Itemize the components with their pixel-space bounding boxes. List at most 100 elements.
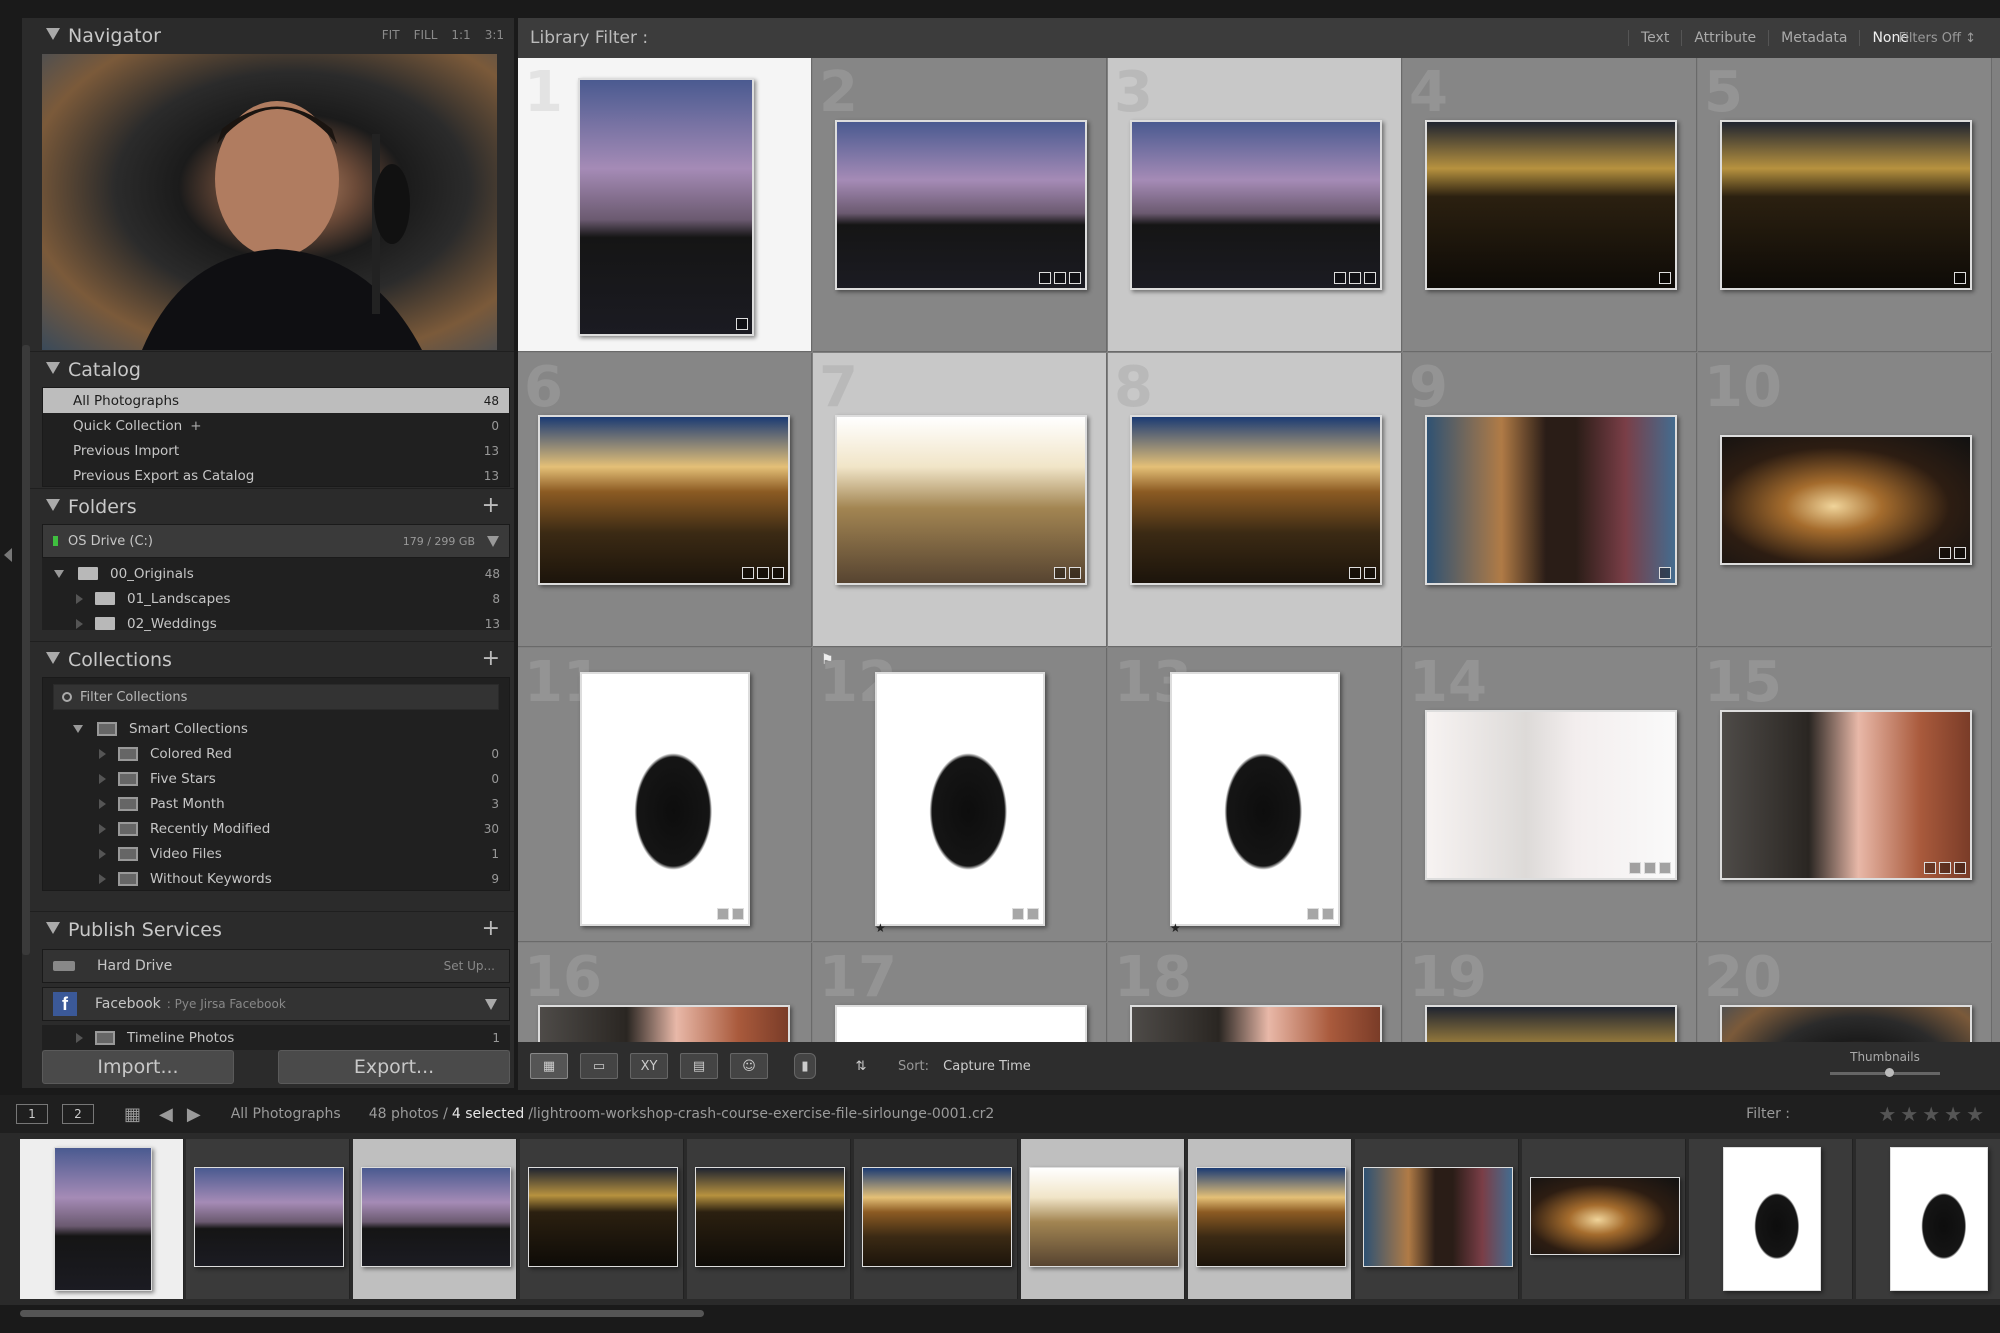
- add-collection-button[interactable]: +: [482, 646, 500, 671]
- collapse-triangle-icon[interactable]: [46, 499, 60, 511]
- photo-thumbnail[interactable]: [538, 415, 790, 585]
- expand-triangle-icon[interactable]: [76, 618, 83, 629]
- grid-cell[interactable]: 3: [1108, 58, 1402, 352]
- publish-services-header[interactable]: Publish Services +: [22, 911, 514, 947]
- photo-thumbnail[interactable]: [1170, 672, 1340, 926]
- smart-collections-group[interactable]: Smart Collections: [43, 716, 509, 741]
- filters-off-dropdown[interactable]: Filters Off ↕: [1899, 31, 1976, 46]
- grid-cell[interactable]: 1: [518, 58, 812, 352]
- import-button[interactable]: Import...: [42, 1050, 234, 1084]
- collection-item-without-keywords[interactable]: Without Keywords 9: [43, 866, 509, 891]
- catalog-header[interactable]: Catalog: [22, 351, 514, 387]
- expand-triangle-icon[interactable]: [76, 593, 83, 604]
- catalog-item-previous-import[interactable]: Previous Import 13: [43, 438, 509, 463]
- publish-facebook[interactable]: f Facebook : Pye Jirsa Facebook: [42, 987, 510, 1021]
- grid-icon[interactable]: ▦: [124, 1104, 141, 1125]
- filmstrip-cell[interactable]: [20, 1139, 184, 1299]
- collapse-triangle-icon[interactable]: [46, 362, 60, 374]
- filmstrip-cell[interactable]: [353, 1139, 517, 1299]
- catalog-item-quick-collection[interactable]: Quick Collection + 0: [43, 413, 509, 438]
- sort-control[interactable]: Sort: Capture Time: [898, 1059, 1031, 1074]
- folder-item-landscapes[interactable]: 01_Landscapes 8: [42, 586, 510, 611]
- navigator-preview[interactable]: [42, 54, 497, 350]
- filmstrip-cell[interactable]: [687, 1139, 851, 1299]
- photo-thumbnail[interactable]: [1720, 120, 1972, 290]
- grid-cell[interactable]: 11: [518, 648, 812, 942]
- filmstrip-thumbnail[interactable]: [862, 1167, 1012, 1267]
- grid-cell[interactable]: 15: [1698, 648, 1992, 942]
- photo-thumbnail[interactable]: [835, 415, 1087, 585]
- painter-icon[interactable]: ▮: [794, 1053, 816, 1079]
- collapse-triangle-icon[interactable]: [46, 28, 60, 40]
- photo-thumbnail[interactable]: [1130, 1005, 1382, 1042]
- filmstrip-thumbnail[interactable]: [54, 1147, 152, 1291]
- filmstrip-cell[interactable]: [1856, 1139, 2000, 1299]
- drive-os-c[interactable]: OS Drive (C:) 179 / 299 GB: [42, 524, 510, 558]
- grid-cell[interactable]: 20: [1698, 943, 1992, 1042]
- zoom-fill[interactable]: FILL: [414, 28, 438, 42]
- add-publish-service-button[interactable]: +: [482, 916, 500, 941]
- grid-cell[interactable]: 19: [1403, 943, 1697, 1042]
- left-panel-toggle-icon[interactable]: [4, 548, 12, 562]
- navigator-header[interactable]: Navigator FIT FILL 1:1 3:1: [22, 18, 514, 54]
- grid-cell[interactable]: 9: [1403, 353, 1697, 647]
- filter-option-metadata[interactable]: Metadata: [1768, 30, 1859, 46]
- filmstrip-cell[interactable]: [854, 1139, 1018, 1299]
- loupe-view-button[interactable]: ▭: [580, 1053, 618, 1079]
- filmstrip-cell[interactable]: [1355, 1139, 1519, 1299]
- grid-cell[interactable]: 2: [813, 58, 1107, 352]
- filmstrip-thumbnail[interactable]: [1196, 1167, 1346, 1267]
- drive-dropdown-icon[interactable]: [487, 536, 499, 547]
- catalog-item-previous-export[interactable]: Previous Export as Catalog 13: [43, 463, 509, 488]
- filmstrip-thumbnail[interactable]: [1723, 1147, 1821, 1291]
- photo-thumbnail[interactable]: [875, 672, 1045, 926]
- filmstrip-cell[interactable]: [1021, 1139, 1185, 1299]
- filter-collections-input[interactable]: Filter Collections: [53, 684, 499, 710]
- sort-direction-icon[interactable]: ⇅: [846, 1053, 876, 1079]
- folder-item-weddings[interactable]: 02_Weddings 13: [42, 611, 510, 636]
- filmstrip-cell[interactable]: [1188, 1139, 1352, 1299]
- primary-display-button[interactable]: 1: [16, 1104, 48, 1124]
- folder-item-originals[interactable]: 00_Originals 48: [42, 561, 510, 586]
- photo-thumbnail[interactable]: [1130, 415, 1382, 585]
- publish-hard-drive[interactable]: Hard Drive Set Up...: [42, 949, 510, 983]
- grid-cell[interactable]: 10: [1698, 353, 1992, 647]
- collection-item-five-stars[interactable]: Five Stars 0: [43, 766, 509, 791]
- rating-star-icon[interactable]: ★: [875, 921, 886, 935]
- thumbnail-size-slider[interactable]: [1830, 1068, 1940, 1077]
- filmstrip-cell[interactable]: [1522, 1139, 1686, 1299]
- set-up-button[interactable]: Set Up...: [444, 959, 495, 973]
- expand-triangle-icon[interactable]: [73, 724, 83, 733]
- grid-cell[interactable]: 14: [1403, 648, 1697, 942]
- folders-header[interactable]: Folders +: [22, 488, 514, 524]
- filmstrip-thumbnail[interactable]: [1890, 1147, 1988, 1291]
- add-folder-button[interactable]: +: [482, 493, 500, 518]
- filmstrip-thumbnail[interactable]: [1363, 1167, 1513, 1267]
- grid-view-button[interactable]: ▦: [530, 1053, 568, 1079]
- collapse-triangle-icon[interactable]: [46, 922, 60, 934]
- grid-cell[interactable]: 4: [1403, 58, 1697, 352]
- photo-thumbnail[interactable]: [1425, 710, 1677, 880]
- zoom-fit[interactable]: FIT: [382, 28, 400, 42]
- grid-cell[interactable]: 13 ★: [1108, 648, 1402, 942]
- filmstrip-rating-filter[interactable]: ★★★★★: [1878, 1102, 1988, 1126]
- filmstrip-cell[interactable]: [1689, 1139, 1853, 1299]
- filmstrip-thumbnail[interactable]: [194, 1167, 344, 1267]
- grid-cell[interactable]: 5: [1698, 58, 1992, 352]
- collections-header[interactable]: Collections +: [22, 641, 514, 677]
- facebook-dropdown-icon[interactable]: [485, 999, 497, 1010]
- photo-thumbnail[interactable]: [578, 78, 754, 336]
- photo-thumbnail[interactable]: [580, 672, 750, 926]
- photo-thumbnail[interactable]: [1720, 435, 1972, 565]
- photo-thumbnail[interactable]: [1425, 1005, 1677, 1042]
- photo-thumbnail[interactable]: [538, 1005, 790, 1042]
- photo-thumbnail[interactable]: [1720, 1005, 1972, 1042]
- collapse-triangle-icon[interactable]: [46, 652, 60, 664]
- grid-cell[interactable]: 18: [1108, 943, 1402, 1042]
- zoom-1-1[interactable]: 1:1: [451, 28, 470, 42]
- forward-arrow-icon[interactable]: ▶: [187, 1104, 201, 1125]
- sort-value[interactable]: Capture Time: [943, 1059, 1031, 1074]
- collection-item-colored-red[interactable]: Colored Red 0: [43, 741, 509, 766]
- filmstrip-thumbnail[interactable]: [361, 1167, 511, 1267]
- grid-cell[interactable]: 8: [1108, 353, 1402, 647]
